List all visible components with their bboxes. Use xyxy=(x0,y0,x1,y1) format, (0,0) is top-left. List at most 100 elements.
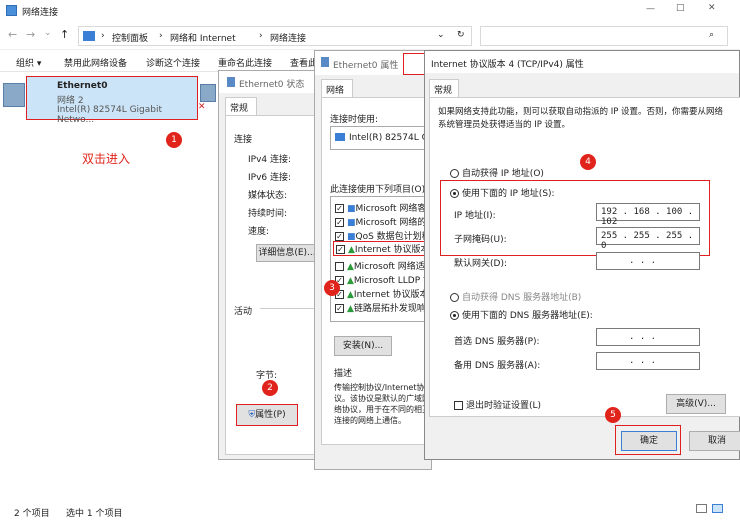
gateway-input[interactable]: . . . xyxy=(596,252,700,270)
adapter-small-icon xyxy=(335,133,345,141)
auto-dns-label: 自动获得 DNS 服务器地址(B) xyxy=(462,293,582,303)
connect-using-label: 连接时使用: xyxy=(330,115,379,125)
step-5-badge: 5 xyxy=(605,407,621,423)
address-box[interactable]: › 控制面板 › 网络和 Internet › 网络连接 ⌄ ↻ xyxy=(78,26,472,46)
step-2-badge: 2 xyxy=(262,380,278,396)
ipv6-conn-label: IPv6 连接: xyxy=(248,173,292,183)
recent-dropdown-icon[interactable]: ⌄ xyxy=(44,28,52,38)
status-dialog: Ethernet0 状态 常规 连接 IPv4 连接: IPv6 连接: 媒体状… xyxy=(218,70,318,460)
crumb-control-panel[interactable]: 控制面板 xyxy=(112,31,148,44)
components-list[interactable]: ✓■Microsoft 网络客户端 ✓■Microsoft 网络的文件 ✓■Qo… xyxy=(330,196,434,322)
adapter-field-text: Intel(R) 82574L Gigabit xyxy=(349,133,433,143)
properties-button[interactable]: ⛨属性(P) xyxy=(236,404,298,426)
window-title: 网络连接 xyxy=(22,8,59,18)
component-item-1[interactable]: ✓■Microsoft 网络客户端 xyxy=(335,201,433,214)
ip-address-value: 192 . 168 . 100 . 102 xyxy=(601,207,694,227)
address-bar-row: ← → ⌄ ↑ › 控制面板 › 网络和 Internet › 网络连接 ⌄ ↻… xyxy=(0,22,740,50)
ipv4-titlebar: Internet 协议版本 4 (TCP/IPv4) 属性 xyxy=(425,51,739,73)
diagnose-button[interactable]: 诊断这个连接 xyxy=(146,56,200,69)
component-item-5[interactable]: ▲Microsoft 网络适配 xyxy=(335,259,434,272)
component-item-6[interactable]: ✓ ▲Microsoft LLDP 协议 xyxy=(335,273,434,286)
view-status-button[interactable]: 查看此 xyxy=(290,56,317,69)
gateway-value: . . . xyxy=(629,256,657,266)
ipv4-tab-general[interactable]: 常规 xyxy=(429,79,459,97)
crumb-network-connections[interactable]: 网络连接 xyxy=(270,31,306,44)
status-dialog-title: Ethernet0 状态 xyxy=(239,80,305,90)
advanced-button[interactable]: 高级(V)... xyxy=(666,394,726,414)
disable-device-button[interactable]: 禁用此网络设备 xyxy=(64,56,127,69)
ipv4-panel: 如果网络支持此功能，则可以获取自动指派的 IP 设置。否则，你需要从网络系统管理… xyxy=(429,97,740,417)
network-folder-icon xyxy=(6,5,17,16)
subnet-mask-input[interactable]: 255 . 255 . 255 . 0 xyxy=(596,227,700,251)
validate-label: 退出时验证设置(L) xyxy=(466,401,542,411)
component-label-7: Internet 协议版本 6 xyxy=(353,290,434,300)
component-label-8: 链路层拓扑发现响应 xyxy=(353,304,434,314)
props-dialog-icon xyxy=(321,57,329,67)
dns2-value: . . . xyxy=(629,356,657,366)
validate-checkbox[interactable]: 退出时验证设置(L) xyxy=(454,398,541,411)
subnet-mask-label: 子网掩码(U): xyxy=(454,235,507,245)
dns1-input[interactable]: . . . xyxy=(596,328,700,346)
status-tab-general[interactable]: 常规 xyxy=(225,97,257,115)
tiles-view-icon[interactable] xyxy=(712,504,723,513)
second-adapter-icon[interactable] xyxy=(200,84,216,102)
step-3-badge: 3 xyxy=(324,280,340,296)
component-item-8[interactable]: ✓ ▲链路层拓扑发现响应 xyxy=(335,301,434,314)
status-dialog-titlebar: Ethernet0 状态 xyxy=(219,71,317,93)
details-view-icon[interactable] xyxy=(696,504,707,513)
dns1-value: . . . xyxy=(629,332,657,342)
component-item-2[interactable]: ✓■Microsoft 网络的文件 xyxy=(335,215,433,228)
crumb-sep-1: › xyxy=(101,31,105,41)
organize-menu[interactable]: 组织 ▾ xyxy=(16,56,41,69)
description-label: 描述 xyxy=(334,369,353,379)
props-tab-network[interactable]: 网络 xyxy=(321,79,353,97)
use-dns-radio[interactable]: 使用下面的 DNS 服务器地址(E): xyxy=(450,308,593,321)
install-button[interactable]: 安装(N)... xyxy=(334,336,392,356)
dns1-label: 首选 DNS 服务器(P): xyxy=(454,337,540,347)
gateway-label: 默认网关(D): xyxy=(454,259,507,269)
auto-ip-radio[interactable]: 自动获得 IP 地址(O) xyxy=(450,166,544,179)
component-item-ipv4[interactable]: ✓ ▲Internet 协议版本 4 xyxy=(333,241,434,256)
step-4-badge: 4 xyxy=(580,154,596,170)
use-ip-radio[interactable]: 使用下面的 IP 地址(S): xyxy=(450,186,555,199)
details-button[interactable]: 详细信息(E)... xyxy=(256,244,318,262)
ipv4-tab-label: 常规 xyxy=(434,86,453,96)
component-label-1: Microsoft 网络客户端 xyxy=(355,204,433,214)
address-dropdown-icon[interactable]: ⌄ xyxy=(437,30,445,40)
ethernet0-adapter-item[interactable]: Ethernet0 网络 2 Intel(R) 82574L Gigabit N… xyxy=(3,76,198,125)
component-item-7[interactable]: ✓ ▲Internet 协议版本 6 xyxy=(335,287,434,300)
minimize-button[interactable]: — xyxy=(646,4,655,14)
cancel-button[interactable]: 取消 xyxy=(689,431,740,451)
dns2-input[interactable]: . . . xyxy=(596,352,700,370)
component-label-2: Microsoft 网络的文件 xyxy=(355,218,433,228)
search-input[interactable]: ⌕ xyxy=(480,26,728,46)
status-selected: 选中 1 个项目 xyxy=(66,509,123,519)
maximize-button[interactable]: □ xyxy=(676,3,685,13)
component-label-ipv4: Internet 协议版本 4 xyxy=(354,245,434,255)
up-icon[interactable]: ↑ xyxy=(60,28,69,41)
status-panel: 连接 IPv4 连接: IPv6 连接: 媒体状态: 持续时间: 速度: 详细信… xyxy=(225,115,318,455)
network-adapter-icon xyxy=(3,83,25,107)
control-panel-icon xyxy=(83,31,95,41)
rename-button[interactable]: 重命名此连接 xyxy=(218,56,272,69)
ipv4-intro: 如果网络支持此功能，则可以获取自动指派的 IP 设置。否则，你需要从网络系统管理… xyxy=(438,107,724,130)
activity-divider xyxy=(260,308,316,309)
duration-label: 持续时间: xyxy=(248,209,288,219)
crumb-sep-2: › xyxy=(159,31,163,41)
crumb-network-internet[interactable]: 网络和 Internet xyxy=(170,31,236,44)
section-activity: 活动 xyxy=(234,307,253,317)
close-button[interactable]: ✕ xyxy=(708,3,716,13)
props-tab-label: 网络 xyxy=(326,86,345,96)
ip-address-input[interactable]: 192 . 168 . 100 . 102 xyxy=(596,203,700,227)
crumb-sep-3: › xyxy=(259,31,263,41)
ok-button[interactable]: 确定 xyxy=(621,431,677,451)
component-label-6: Microsoft LLDP 协议 xyxy=(353,276,434,286)
status-dialog-icon xyxy=(227,77,235,87)
disconnected-icon: ✕ xyxy=(198,102,206,112)
component-label-5: Microsoft 网络适配 xyxy=(353,262,434,272)
forward-icon[interactable]: → xyxy=(26,28,35,41)
auto-dns-radio[interactable]: 自动获得 DNS 服务器地址(B) xyxy=(450,290,581,303)
description-text: 传输控制协议/Internet协议。该协议是默认的广域网络协议，用于在不同的相互… xyxy=(334,383,430,425)
refresh-icon[interactable]: ↻ xyxy=(457,30,465,40)
back-icon[interactable]: ← xyxy=(8,28,17,41)
